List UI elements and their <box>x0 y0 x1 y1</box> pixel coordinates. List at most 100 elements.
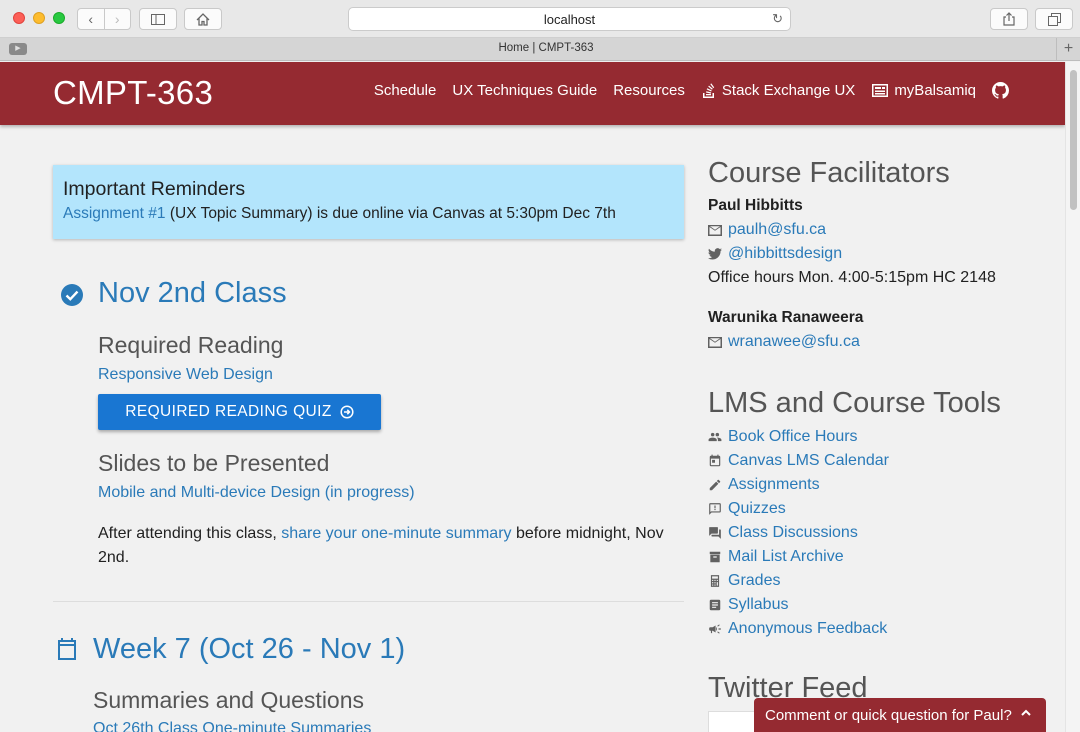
email-link[interactable]: wranawee@sfu.ca <box>728 333 860 351</box>
tool-link[interactable]: Book Office Hours <box>728 428 858 446</box>
nav-label: myBalsamiq <box>894 82 976 99</box>
calendar-icon <box>709 454 721 467</box>
chevron-up-icon <box>1021 709 1031 716</box>
url-text: localhost <box>543 11 596 27</box>
tool-item[interactable]: Grades <box>708 569 889 593</box>
twitter-icon <box>708 248 722 260</box>
window-maximize-button[interactable] <box>53 12 65 24</box>
home-button[interactable] <box>184 8 222 30</box>
history-nav: ‹ › <box>77 8 131 30</box>
tools-list: Book Office Hours Canvas LMS Calendar As… <box>708 425 889 641</box>
nav-label: UX Techniques Guide <box>452 82 598 99</box>
tab-title[interactable]: Home | CMPT-363 <box>36 42 1056 54</box>
feedback-tab[interactable]: Comment or quick question for Paul? <box>754 698 1046 732</box>
nav-stack-exchange[interactable]: Stack Exchange UX <box>701 82 855 99</box>
top-nav: Schedule UX Techniques Guide Resources S… <box>374 82 1009 99</box>
nav-mybalsamiq[interactable]: myBalsamiq <box>871 82 976 99</box>
facilitator-name: Paul Hibbitts <box>708 197 803 214</box>
media-icon[interactable]: ▶ <box>9 43 27 55</box>
reminders-text: (UX Topic Summary) is due online via Can… <box>169 205 616 222</box>
tool-item[interactable]: Syllabus <box>708 593 889 617</box>
facilitator-twitter: @hibbittsdesign <box>708 245 842 263</box>
window-minimize-button[interactable] <box>33 12 45 24</box>
sidebar-toggle-button[interactable] <box>139 8 177 30</box>
tool-link[interactable]: Anonymous Feedback <box>728 620 887 638</box>
people-icon <box>708 432 722 442</box>
window-close-button[interactable] <box>13 12 25 24</box>
tools-heading: LMS and Course Tools <box>708 387 1001 419</box>
summaries-link[interactable]: Oct 26th Class One-minute Summaries <box>93 720 371 732</box>
slides-heading: Slides to be Presented <box>98 450 330 476</box>
tabs-overview-button[interactable] <box>1035 8 1073 30</box>
tabs-icon <box>1047 12 1061 26</box>
email-icon <box>708 224 722 236</box>
tool-item[interactable]: Mail List Archive <box>708 545 889 569</box>
page-scrollbar[interactable] <box>1065 62 1080 732</box>
tool-item[interactable]: Book Office Hours <box>708 425 889 449</box>
address-bar[interactable]: localhost ↻ <box>348 7 791 31</box>
tool-link[interactable]: Class Discussions <box>728 524 858 542</box>
site-header: CMPT-363 Schedule UX Techniques Guide Re… <box>0 62 1065 125</box>
nav-label: Schedule <box>373 82 437 99</box>
tool-item[interactable]: Assignments <box>708 473 889 497</box>
nav-label: Resources <box>613 82 685 99</box>
tool-link[interactable]: Canvas LMS Calendar <box>728 452 889 470</box>
reminders-body: Assignment #1 (UX Topic Summary) is due … <box>63 205 674 223</box>
scrollbar-thumb[interactable] <box>1070 70 1077 210</box>
reading-link[interactable]: Responsive Web Design <box>98 366 273 384</box>
document-icon <box>709 599 721 611</box>
class-title[interactable]: Nov 2nd Class <box>98 277 287 310</box>
calculator-icon <box>710 575 720 587</box>
tool-item[interactable]: Quizzes <box>708 497 889 521</box>
facilitator-email: paulh@sfu.ca <box>708 221 826 239</box>
tool-link[interactable]: Quizzes <box>728 500 786 518</box>
tool-item[interactable]: Canvas LMS Calendar <box>708 449 889 473</box>
slides-link[interactable]: Mobile and Multi-device Design (in progr… <box>98 484 415 502</box>
tab-bar: ▶ Home | CMPT-363 + <box>0 38 1080 61</box>
forum-icon <box>709 527 721 539</box>
stack-exchange-icon <box>702 83 715 98</box>
nav-resources[interactable]: Resources <box>613 82 685 99</box>
summary-instructions: After attending this class, share your o… <box>98 522 678 570</box>
tool-item[interactable]: Anonymous Feedback <box>708 617 889 641</box>
tool-link[interactable]: Assignments <box>728 476 820 494</box>
tool-link[interactable]: Syllabus <box>728 596 788 614</box>
sidebar-icon <box>151 13 165 25</box>
assignment-link[interactable]: Assignment #1 <box>63 205 166 222</box>
share-icon <box>1003 12 1015 26</box>
calendar-icon <box>58 638 76 660</box>
nav-github[interactable] <box>992 82 1009 99</box>
new-tab-button[interactable]: + <box>1056 38 1080 61</box>
reload-icon[interactable]: ↻ <box>772 11 783 27</box>
back-button[interactable]: ‹ <box>78 9 105 29</box>
tool-link[interactable]: Mail List Archive <box>728 548 844 566</box>
pencil-icon <box>709 479 721 491</box>
twitter-link[interactable]: @hibbittsdesign <box>728 245 842 263</box>
one-minute-summary-link[interactable]: share your one-minute summary <box>281 525 511 542</box>
tool-link[interactable]: Grades <box>728 572 780 590</box>
reminders-title: Important Reminders <box>63 178 246 200</box>
balsamiq-icon <box>872 84 889 97</box>
arrow-circle-icon <box>340 405 354 419</box>
site-brand[interactable]: CMPT-363 <box>53 74 213 112</box>
email-link[interactable]: paulh@sfu.ca <box>728 221 826 239</box>
forward-button[interactable]: › <box>105 9 131 29</box>
check-circle-icon <box>61 284 83 306</box>
section-divider <box>53 601 684 602</box>
facilitator-email: wranawee@sfu.ca <box>708 333 860 351</box>
browser-toolbar: ‹ › localhost ↻ <box>0 0 1080 38</box>
quiz-button-label: REQUIRED READING QUIZ <box>125 403 332 420</box>
email-icon <box>708 336 722 348</box>
feedback-icon <box>709 503 721 515</box>
tool-item[interactable]: Class Discussions <box>708 521 889 545</box>
required-reading-heading: Required Reading <box>98 332 284 358</box>
week-title[interactable]: Week 7 (Oct 26 - Nov 1) <box>93 633 405 666</box>
feedback-label: Comment or quick question for Paul? <box>765 706 1012 724</box>
megaphone-icon <box>709 624 721 634</box>
home-icon <box>196 12 210 26</box>
instructions-text: After attending this class, <box>98 525 282 542</box>
nav-schedule[interactable]: Schedule <box>374 82 437 99</box>
share-button[interactable] <box>990 8 1028 30</box>
nav-ux-guide[interactable]: UX Techniques Guide <box>452 82 597 99</box>
reading-quiz-button[interactable]: REQUIRED READING QUIZ <box>98 394 381 430</box>
